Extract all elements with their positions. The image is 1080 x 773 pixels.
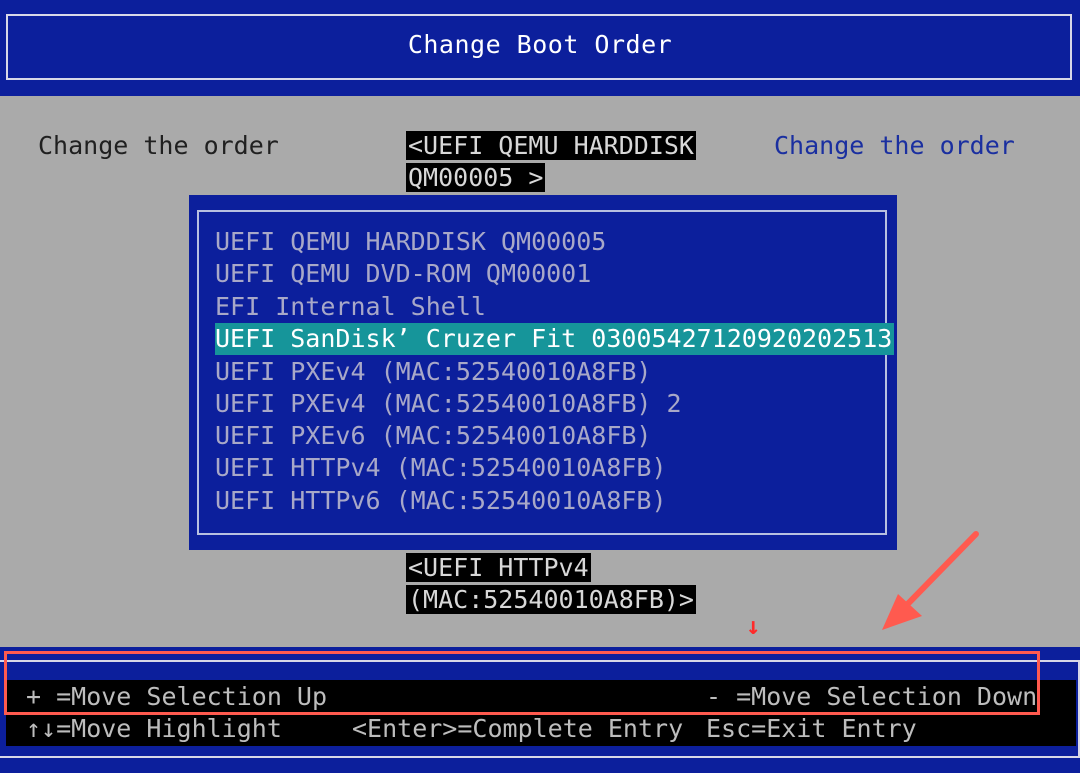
selected-boot-entry[interactable]: <UEFI QEMU HARDDISK QM00005 > (406, 131, 696, 195)
boot-option-efi-shell[interactable]: EFI Internal Shell (215, 291, 486, 323)
boot-option-qemu-dvd-rom[interactable]: UEFI QEMU DVD-ROM QM00001 (215, 258, 591, 290)
boot-option-pxev4-2[interactable]: UEFI PXEv4 (MAC:52540010A8FB) 2 (215, 388, 682, 420)
setting-label: Change the order (38, 131, 279, 160)
page-title: Change Boot Order (407, 30, 673, 59)
next-boot-entry[interactable]: <UEFI HTTPv4 (MAC:52540010A8FB)> (406, 553, 696, 617)
boot-option-httpv6[interactable]: UEFI HTTPv6 (MAC:52540010A8FB) (215, 485, 667, 517)
next-value-line-2[interactable]: (MAC:52540010A8FB)> (406, 585, 696, 614)
boot-order-popup: UEFI QEMU HARDDISK QM00005 UEFI QEMU DVD… (189, 195, 897, 550)
annotation-small-arrow-icon: ↓ (746, 612, 761, 640)
help-text: Change the order (774, 131, 1015, 160)
annotation-highlight-box (4, 651, 1040, 715)
key-hint-move-highlight: ↑↓=Move Highlight (26, 714, 282, 743)
boot-option-httpv4[interactable]: UEFI HTTPv4 (MAC:52540010A8FB) (215, 452, 667, 484)
key-hint-exit-entry: Esc=Exit Entry (706, 714, 917, 743)
next-value-line-1[interactable]: <UEFI HTTPv4 (406, 553, 591, 582)
key-hint-complete-entry: <Enter>=Complete Entry (352, 714, 684, 743)
selected-value-line-2[interactable]: QM00005 > (406, 163, 546, 192)
boot-option-sandisk-highlighted[interactable]: UEFI SanDisk’ Cruzer Fit 030054271209202… (215, 323, 895, 355)
selected-value-line-1[interactable]: <UEFI QEMU HARDDISK (406, 131, 696, 160)
boot-option-pxev4[interactable]: UEFI PXEv4 (MAC:52540010A8FB) (215, 356, 652, 388)
boot-option-qemu-harddisk[interactable]: UEFI QEMU HARDDISK QM00005 (215, 226, 606, 258)
annotation-arrow-icon (882, 531, 979, 630)
boot-option-pxev6[interactable]: UEFI PXEv6 (MAC:52540010A8FB) (215, 420, 652, 452)
